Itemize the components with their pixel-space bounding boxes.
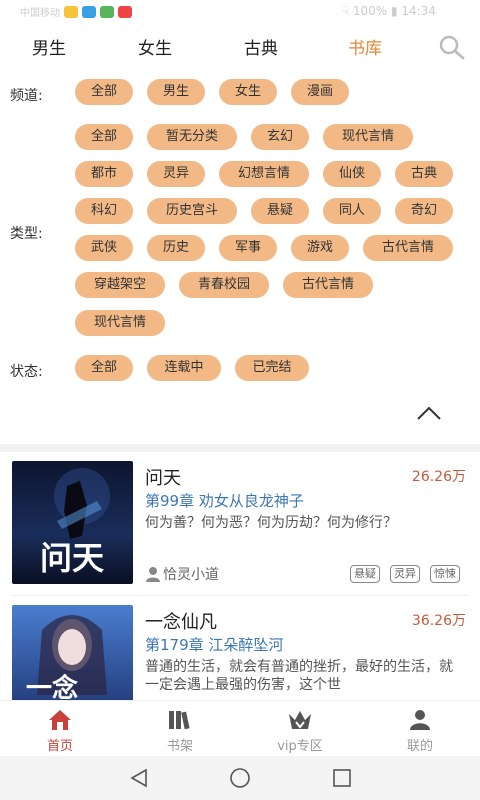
genre-tag: 悬疑: [350, 565, 380, 583]
back-icon[interactable]: [128, 767, 150, 789]
nav-home-label: 首页: [46, 739, 73, 754]
type-tag[interactable]: 悬疑: [251, 198, 309, 224]
book-item[interactable]: 一念 一念仙凡 36.26万 第179章 江朵醉坠河 普通的生活，就会有普通的挫…: [0, 596, 480, 700]
weibo-icon: [64, 5, 78, 18]
type-tag[interactable]: 穿越架空: [75, 272, 165, 298]
book-word-count: 26.26万: [411, 469, 466, 485]
book-latest-chapter[interactable]: 第179章 江朵醉坠河: [145, 634, 283, 655]
type-tag[interactable]: 青春校园: [179, 272, 269, 298]
app-icon: [100, 5, 114, 18]
type-tag[interactable]: 历史: [147, 235, 205, 261]
app-screen: 中国移动 ☟ 100% ▮ 14:34 男生 女生 古典 书库 频道: 全部 男…: [0, 0, 480, 800]
nav-bookshelf[interactable]: 书架: [140, 701, 220, 757]
type-tag[interactable]: 仙侠: [323, 161, 381, 187]
genre-tag: 灵异: [390, 565, 420, 583]
home-icon: [49, 710, 71, 730]
book-cover[interactable]: 一念: [12, 605, 133, 700]
user-icon: [146, 567, 160, 582]
nav-vip-label: vip专区: [277, 739, 323, 754]
channel-tag[interactable]: 男生: [147, 79, 205, 105]
type-tag[interactable]: 科幻: [75, 198, 133, 224]
status-tag[interactable]: 连载中: [147, 355, 221, 381]
browser-icon: [82, 5, 96, 18]
status-tag[interactable]: 全部: [75, 355, 133, 381]
type-tag[interactable]: 灵异: [147, 161, 205, 187]
book-word-count: 36.26万: [411, 613, 466, 629]
nav-profile-label: 联的: [406, 739, 433, 754]
tab-boys[interactable]: 男生: [32, 34, 66, 59]
type-tag[interactable]: 玄幻: [251, 124, 309, 150]
genre-tag: 惊悚: [430, 565, 460, 583]
bottom-nav: 首页 书架 vip专区 联的: [0, 700, 480, 756]
cover-title-text: 一念: [26, 673, 78, 700]
home-circle-icon[interactable]: [229, 767, 251, 789]
channel-label: 频道:: [10, 88, 43, 104]
status-tag[interactable]: 已完结: [235, 355, 309, 381]
type-tag[interactable]: 军事: [219, 235, 277, 261]
type-tag[interactable]: 幻想言情: [219, 161, 309, 187]
nav-bookshelf-label: 书架: [166, 739, 193, 754]
chevron-up-icon[interactable]: [416, 405, 442, 421]
book-cover-art: 问天: [12, 461, 133, 584]
system-nav-bar: [0, 756, 480, 800]
crown-icon: [289, 711, 311, 729]
type-tag[interactable]: 历史宫斗: [147, 198, 237, 224]
type-tag[interactable]: 都市: [75, 161, 133, 187]
book-author: 恰灵小道: [145, 564, 219, 584]
type-tag[interactable]: 暂无分类: [147, 124, 237, 150]
status-bar: 中国移动 ☟ 100% ▮ 14:34: [0, 0, 480, 24]
status-label: 状态:: [10, 364, 43, 380]
user-icon: [410, 710, 430, 730]
book-description: 何为善？何为恶？何为历劫？何为修行？: [145, 515, 397, 531]
type-tag[interactable]: 全部: [75, 124, 133, 150]
type-tag[interactable]: 同人: [323, 198, 381, 224]
section-divider: [0, 444, 480, 452]
status-right: ☟ 100% ▮ 14:34: [341, 4, 436, 18]
type-tag[interactable]: 现代言情: [323, 124, 413, 150]
book-title[interactable]: 一念仙凡: [145, 608, 217, 634]
top-tab-bar: 男生 女生 古典 书库: [0, 24, 480, 68]
book-cover[interactable]: 问天: [12, 461, 133, 584]
author-name: 恰灵小道: [163, 567, 219, 583]
nav-vip[interactable]: vip专区: [260, 701, 340, 757]
type-tag[interactable]: 现代言情: [75, 310, 165, 336]
book-description: 普通的生活，就会有普通的挫折，最好的生活，就一定会遇上最强的伤害，这个世: [145, 659, 453, 693]
carrier-text: 中国移动: [20, 8, 60, 19]
channel-tag[interactable]: 全部: [75, 79, 133, 105]
type-label: 类型:: [10, 226, 43, 242]
tab-girls[interactable]: 女生: [138, 34, 172, 59]
book-cover-art: 一念: [12, 605, 133, 700]
type-tag[interactable]: 古典: [395, 161, 453, 187]
type-tag[interactable]: 古代言情: [363, 235, 453, 261]
type-tag[interactable]: 武侠: [75, 235, 133, 261]
type-tag[interactable]: 古代言情: [283, 272, 373, 298]
mail-icon: [118, 5, 132, 18]
type-tag[interactable]: 游戏: [291, 235, 349, 261]
type-tag[interactable]: 奇幻: [395, 198, 453, 224]
tab-library[interactable]: 书库: [348, 34, 382, 59]
channel-tag[interactable]: 女生: [219, 79, 277, 105]
recents-icon[interactable]: [331, 767, 353, 789]
book-title[interactable]: 问天: [145, 464, 181, 490]
cover-title-text: 问天: [40, 539, 104, 577]
bookshelf-icon: [169, 711, 190, 730]
search-icon[interactable]: [438, 34, 466, 60]
nav-home[interactable]: 首页: [20, 701, 100, 757]
status-left: 中国移动: [20, 4, 132, 19]
tab-classic[interactable]: 古典: [244, 34, 278, 59]
book-latest-chapter[interactable]: 第99章 劝女从良龙神子: [145, 490, 304, 511]
book-item[interactable]: 问天 问天 26.26万 第99章 劝女从良龙神子 何为善？何为恶？何为历劫？何…: [0, 452, 480, 602]
nav-profile[interactable]: 联的: [380, 701, 460, 757]
channel-tag[interactable]: 漫画: [291, 79, 349, 105]
